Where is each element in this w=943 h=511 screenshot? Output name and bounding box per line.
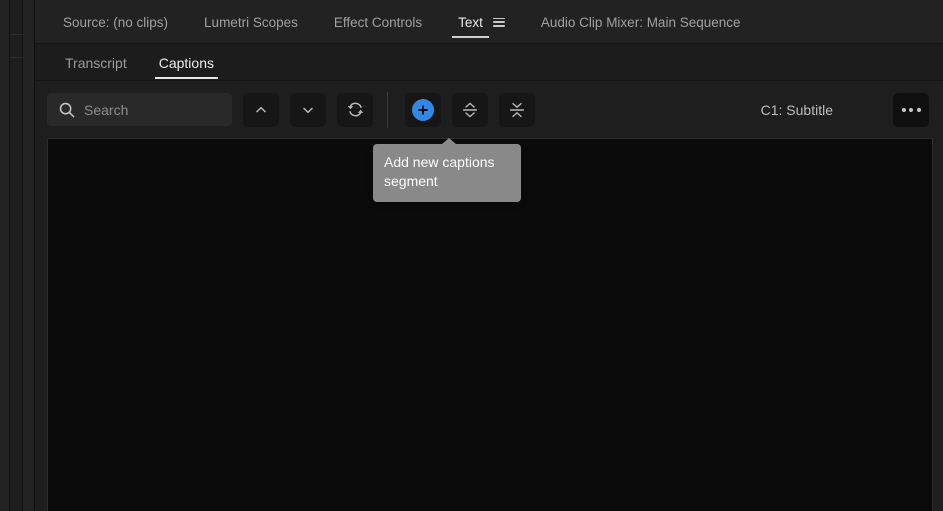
search-icon: [58, 101, 76, 119]
chevron-up-icon: [256, 106, 266, 112]
rail-strip-middle: [10, 0, 32, 511]
tab-lumetri-scopes[interactable]: Lumetri Scopes: [186, 0, 316, 44]
split-icon: [462, 102, 478, 117]
subtab-captions[interactable]: Captions: [143, 44, 230, 81]
search-input[interactable]: [84, 101, 224, 118]
next-caption-button[interactable]: [290, 92, 326, 127]
tab-source-label: Source: (no clips): [63, 14, 169, 30]
tab-source[interactable]: Source: (no clips): [45, 0, 186, 44]
panel: Source: (no clips) Lumetri Scopes Effect…: [35, 0, 943, 511]
rail-strip-inner: [23, 0, 35, 511]
chevron-down-icon: [303, 107, 313, 113]
merge-icon: [509, 102, 525, 117]
tab-lumetri-scopes-label: Lumetri Scopes: [204, 14, 298, 30]
text-captions-panel-window: Source: (no clips) Lumetri Scopes Effect…: [0, 0, 943, 511]
tab-audio-clip-mixer-label: Audio Clip Mixer: Main Sequence: [540, 14, 741, 30]
sub-tab-bar: Transcript Captions: [35, 44, 943, 81]
tooltip: Add new captions segment: [373, 138, 521, 202]
tab-effect-controls-label: Effect Controls: [333, 14, 423, 30]
tab-text-label: Text: [458, 14, 483, 30]
captions-toolbar: C1: Subtitle: [35, 81, 943, 138]
subtab-captions-active-underline: [154, 77, 218, 79]
plus-circle-icon: [412, 98, 434, 121]
tooltip-arrow: [442, 138, 456, 144]
tooltip-text: Add new captions segment: [384, 154, 495, 189]
merge-captions-button[interactable]: [499, 92, 535, 127]
refresh-captions-button[interactable]: [337, 92, 373, 127]
hamburger-menu-icon[interactable]: [492, 17, 505, 27]
subtab-captions-label: Captions: [158, 54, 214, 71]
tab-effect-controls[interactable]: Effect Controls: [316, 0, 440, 44]
tab-text[interactable]: Text: [440, 0, 523, 44]
panel-tab-bar: Source: (no clips) Lumetri Scopes Effect…: [35, 0, 943, 44]
tab-text-active-underline: [452, 36, 489, 38]
tab-audio-clip-mixer[interactable]: Audio Clip Mixer: Main Sequence: [523, 0, 759, 44]
split-captions-button[interactable]: [452, 92, 488, 127]
toolbar-divider: [387, 91, 388, 128]
add-captions-segment-button[interactable]: [405, 92, 441, 127]
previous-caption-button[interactable]: [243, 92, 279, 127]
subtab-transcript[interactable]: Transcript: [49, 44, 143, 81]
caption-track-label: C1: Subtitle: [760, 101, 833, 118]
ellipsis-icon: [901, 107, 906, 112]
search-box[interactable]: [47, 93, 232, 126]
left-rail: [0, 0, 35, 511]
refresh-icon: [347, 102, 363, 117]
more-options-button[interactable]: [893, 92, 929, 127]
rail-strip-outer: [0, 0, 10, 511]
subtab-transcript-label: Transcript: [65, 54, 127, 71]
